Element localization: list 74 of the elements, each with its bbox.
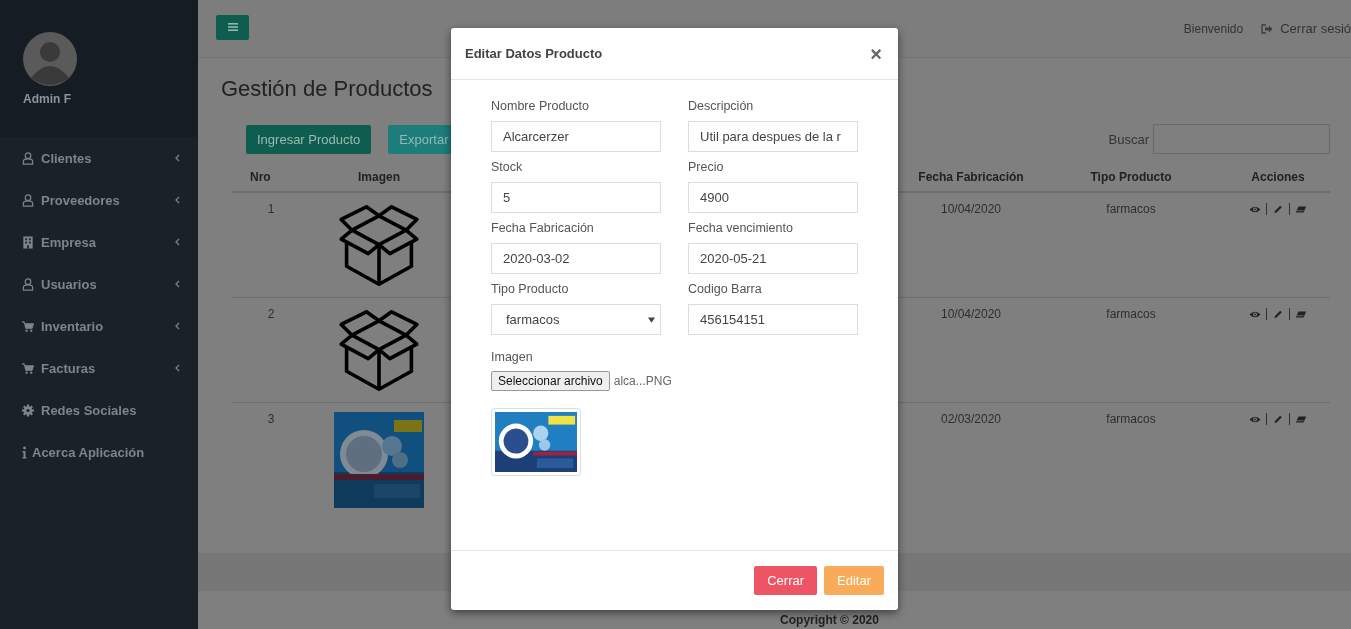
- file-name: alca...PNG: [613, 374, 672, 388]
- column-header: Imagen: [357, 169, 401, 184]
- sidebar-item[interactable]: Usuarios: [0, 263, 198, 305]
- logout-link[interactable]: Cerrar sesió: [1280, 21, 1351, 36]
- welcome-text: Bienvenido: [1183, 21, 1244, 36]
- cart-icon: [22, 319, 34, 333]
- table-cell-text: farmacos: [1105, 307, 1157, 321]
- field-label: Tipo Producto: [491, 282, 569, 296]
- user-name: Admin F: [23, 92, 72, 106]
- pencil-icon[interactable]: [1272, 309, 1284, 319]
- field-label: Codigo Barra: [688, 282, 762, 296]
- dialog-title: Editar Datos Producto: [465, 46, 604, 61]
- field-label: Stock: [491, 160, 523, 174]
- info-icon: [22, 445, 27, 459]
- eye-icon[interactable]: [1249, 204, 1261, 214]
- sidebar-item[interactable]: Inventario: [0, 305, 198, 347]
- column-header: Tipo Producto: [1089, 169, 1173, 184]
- sidebar-item[interactable]: Redes Sociales: [0, 389, 198, 431]
- user-icon: [22, 193, 34, 207]
- field-label: Nombre Producto: [491, 99, 589, 113]
- eye-icon[interactable]: [1249, 414, 1261, 424]
- caret-icon: [648, 316, 655, 323]
- input-field[interactable]: 5: [491, 182, 661, 213]
- eye-icon[interactable]: [1249, 309, 1261, 319]
- action-button[interactable]: Ingresar Producto: [246, 124, 372, 154]
- file-button[interactable]: Seleccionar archivo: [491, 371, 610, 391]
- input-field[interactable]: Alcarcerzer: [491, 121, 661, 152]
- dialog-button[interactable]: Cerrar: [754, 566, 818, 595]
- search-label: Buscar: [1108, 131, 1149, 147]
- input-field[interactable]: Util para despues de la r: [688, 121, 858, 152]
- sidebar-item[interactable]: Clientes: [0, 137, 198, 179]
- close-button[interactable]: ×: [868, 43, 884, 64]
- cart-icon: [22, 361, 34, 375]
- gear-icon: [22, 403, 34, 417]
- building-icon: [22, 235, 34, 249]
- sidebar-item[interactable]: Acerca Aplicación: [0, 431, 198, 473]
- input-field[interactable]: 2020-05-21: [688, 243, 858, 274]
- avatar-icon: [23, 32, 77, 86]
- eraser-icon[interactable]: [1295, 204, 1307, 214]
- table-cell-text: farmacos: [1105, 202, 1157, 216]
- pencil-icon[interactable]: [1272, 414, 1284, 424]
- field-label: Fecha vencimiento: [688, 221, 793, 235]
- table-cell-text: 10/04/2020: [939, 202, 1003, 216]
- user-icon: [22, 151, 34, 165]
- table-cell-text: 1: [266, 202, 276, 216]
- table-cell-text: 2: [266, 307, 276, 321]
- field-label: Descripción: [688, 99, 754, 113]
- eraser-icon[interactable]: [1295, 414, 1307, 424]
- table-cell-text: 3: [266, 412, 276, 426]
- menu-button[interactable]: [216, 14, 249, 40]
- eraser-icon[interactable]: [1295, 309, 1307, 319]
- field-label: Precio: [688, 160, 724, 174]
- input-field[interactable]: 456154151: [688, 304, 858, 335]
- user-icon: [22, 277, 34, 291]
- column-header: Nro: [249, 169, 272, 184]
- pencil-icon[interactable]: [1272, 204, 1284, 214]
- sidebar-item[interactable]: Proveedores: [0, 179, 198, 221]
- sidebar-item[interactable]: Empresa: [0, 221, 198, 263]
- copyright-text: Copyright © 2020: [779, 613, 879, 627]
- field-label: Fecha Fabricación: [491, 221, 594, 235]
- action-button[interactable]: Exportar: [388, 124, 453, 154]
- page-title: Gestión de Productos: [221, 76, 434, 102]
- table-cell-text: 02/03/2020: [939, 412, 1003, 426]
- table-cell-text: farmacos: [1105, 412, 1157, 426]
- input-field[interactable]: 4900: [688, 182, 858, 213]
- menu-icon: [227, 23, 238, 31]
- column-header: Fecha Fabricación: [917, 169, 1025, 184]
- table-cell-text: 10/04/2020: [939, 307, 1003, 321]
- field-label: Imagen: [491, 350, 533, 364]
- logout-icon: [1261, 23, 1274, 34]
- sidebar-item[interactable]: Facturas: [0, 347, 198, 389]
- select-field[interactable]: farmacos: [491, 304, 661, 335]
- column-header: Acciones: [1250, 169, 1306, 184]
- input-field[interactable]: 2020-03-02: [491, 243, 661, 274]
